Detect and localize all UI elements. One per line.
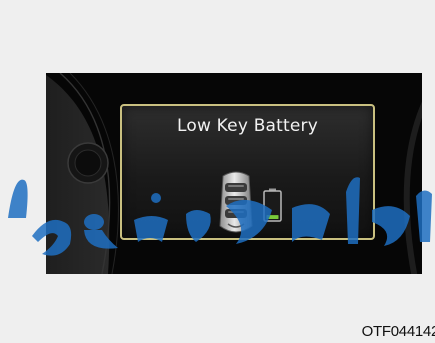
warning-message-box: Low Key Battery	[120, 104, 375, 240]
low-battery-icon	[263, 188, 282, 222]
warning-message-text: Low Key Battery	[176, 116, 319, 136]
smart-key-fob-icon	[219, 171, 253, 233]
screenshot-root: Low Key Battery OTF044142	[0, 0, 435, 343]
battery-level-fill	[266, 215, 279, 219]
instrument-cluster-display: Low Key Battery	[46, 73, 422, 274]
figure-reference-code: OTF044142	[361, 323, 435, 340]
